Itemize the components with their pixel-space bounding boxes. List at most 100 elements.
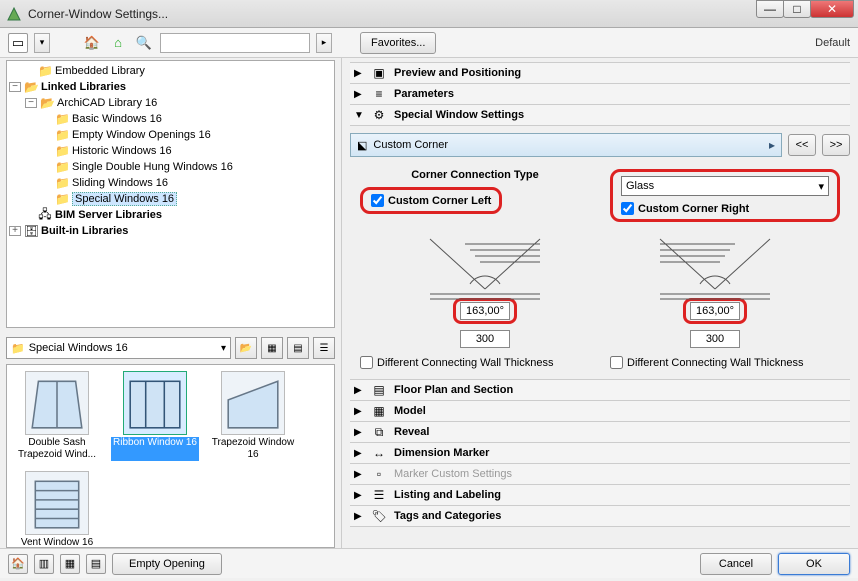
drive-icon: 🗄 bbox=[24, 224, 38, 238]
chevron-right-icon: ▶ bbox=[354, 490, 364, 501]
chevron-down-icon: ▼ bbox=[354, 110, 364, 121]
custom-corner-left-checkbox[interactable]: Custom Corner Left bbox=[371, 194, 491, 207]
app-icon bbox=[6, 6, 22, 22]
maximize-button[interactable]: □ bbox=[783, 0, 811, 18]
tree-item-selected[interactable]: Special Windows 16 bbox=[72, 192, 177, 206]
folder-icon: 📁 bbox=[11, 342, 25, 355]
section-floorplan[interactable]: ▶▤Floor Plan and Section bbox=[350, 379, 850, 401]
thumb-item[interactable]: Double Sash Trapezoid Wind... bbox=[13, 371, 101, 461]
search-input[interactable] bbox=[161, 34, 309, 52]
chevron-right-icon: ▶ bbox=[354, 68, 364, 79]
section-model[interactable]: ▶▦Model bbox=[350, 400, 850, 422]
highlight-left: Custom Corner Left bbox=[360, 187, 502, 214]
search-icon[interactable]: 🔍 bbox=[134, 33, 154, 53]
folder-icon: 📁 bbox=[55, 144, 69, 158]
settings-icon: ⚙ bbox=[370, 108, 388, 122]
folder-open-icon: 📂 bbox=[40, 96, 54, 110]
expand-icon[interactable]: + bbox=[9, 226, 21, 236]
thumb-label: Double Sash Trapezoid Wind... bbox=[13, 437, 101, 461]
footer-icon-4[interactable]: ▤ bbox=[86, 554, 106, 574]
folder-icon: 📁 bbox=[55, 192, 69, 206]
thumb-item-selected[interactable]: Ribbon Window 16 bbox=[111, 371, 199, 461]
collapse-icon[interactable]: − bbox=[25, 98, 37, 108]
section-tags[interactable]: ▶🏷Tags and Categories bbox=[350, 505, 850, 527]
thumb-item[interactable]: Vent Window 16 bbox=[13, 471, 101, 548]
cancel-button[interactable]: Cancel bbox=[700, 553, 772, 575]
tag-icon: 🏷 bbox=[370, 509, 388, 523]
footer-icon-2[interactable]: ▥ bbox=[34, 554, 54, 574]
reveal-icon: ⧉ bbox=[370, 425, 388, 440]
footer-icon-1[interactable]: 🏠 bbox=[8, 554, 28, 574]
footer-icon-3[interactable]: ▦ bbox=[60, 554, 80, 574]
layout-dropdown[interactable]: ▾ bbox=[34, 33, 50, 53]
width-left-input[interactable] bbox=[460, 330, 510, 348]
folder-select[interactable]: 📁 Special Windows 16 bbox=[6, 337, 231, 359]
section-dimension[interactable]: ▶↔Dimension Marker bbox=[350, 442, 850, 464]
next-button[interactable]: >> bbox=[822, 134, 850, 156]
tree-item[interactable]: Sliding Windows 16 bbox=[72, 177, 168, 189]
folder-icon: 📁 bbox=[55, 176, 69, 190]
thumb-label: Ribbon Window 16 bbox=[111, 437, 199, 461]
search-dropdown[interactable]: ▸ bbox=[316, 33, 332, 53]
tree-item[interactable]: Historic Windows 16 bbox=[72, 145, 172, 157]
tree-item[interactable]: Empty Window Openings 16 bbox=[72, 129, 211, 141]
thumb-item[interactable]: Trapezoid Window 16 bbox=[209, 371, 297, 461]
tree-item[interactable]: Single Double Hung Windows 16 bbox=[72, 161, 233, 173]
tree-item[interactable]: Built-in Libraries bbox=[41, 225, 128, 237]
titlebar: Corner-Window Settings... — □ ✕ bbox=[0, 0, 858, 28]
chevron-right-icon: ▶ bbox=[354, 469, 364, 480]
params-icon: ≡ bbox=[370, 87, 388, 101]
chevron-right-icon: ▶ bbox=[354, 89, 364, 100]
section-special[interactable]: ▼⚙Special Window Settings bbox=[350, 104, 850, 126]
section-listing[interactable]: ▶☰Listing and Labeling bbox=[350, 484, 850, 506]
window-controls: — □ ✕ bbox=[756, 0, 854, 18]
diagram-left bbox=[380, 234, 590, 348]
right-pane: ▶▣Preview and Positioning ▶≡Parameters ▼… bbox=[342, 58, 858, 548]
chevron-right-icon: ▶ bbox=[354, 385, 364, 396]
model-icon: ▦ bbox=[370, 404, 388, 418]
prev-button[interactable]: << bbox=[788, 134, 816, 156]
empty-opening-button[interactable]: Empty Opening bbox=[112, 553, 222, 575]
width-right-input[interactable] bbox=[690, 330, 740, 348]
angle-right-input[interactable] bbox=[690, 302, 740, 320]
window-title: Corner-Window Settings... bbox=[28, 7, 168, 21]
collapse-icon[interactable]: − bbox=[9, 82, 21, 92]
tree-item[interactable]: ArchiCAD Library 16 bbox=[57, 97, 157, 109]
layout-icon[interactable]: ▭ bbox=[8, 33, 28, 53]
favorites-button[interactable]: Favorites... bbox=[360, 32, 436, 54]
default-label[interactable]: Default bbox=[815, 37, 850, 49]
chevron-right-icon: ▶ bbox=[354, 448, 364, 459]
section-reveal[interactable]: ▶⧉Reveal bbox=[350, 421, 850, 443]
corner-icon: ⬕ bbox=[357, 139, 367, 152]
browser-toolbar: 📁 Special Windows 16 📂 ▦ ▤ ☰ bbox=[6, 334, 335, 362]
tree-item[interactable]: Basic Windows 16 bbox=[72, 113, 162, 125]
chevron-right-icon: ▶ bbox=[354, 427, 364, 438]
tree-item[interactable]: Linked Libraries bbox=[41, 81, 126, 93]
library-tree[interactable]: 📁Embedded Library −📂Linked Libraries −📂A… bbox=[6, 60, 335, 328]
view-list-icon[interactable]: ☰ bbox=[313, 337, 335, 359]
glass-select[interactable]: Glass bbox=[621, 176, 829, 196]
folder-icon: 📁 bbox=[38, 64, 52, 78]
tree-item[interactable]: Embedded Library bbox=[55, 65, 145, 77]
custom-corner-right-checkbox[interactable]: Custom Corner Right bbox=[621, 202, 829, 215]
folder-icon: 📁 bbox=[55, 160, 69, 174]
custom-corner-selector[interactable]: ⬕ Custom Corner bbox=[350, 133, 782, 157]
angle-left-input[interactable] bbox=[460, 302, 510, 320]
footer: 🏠 ▥ ▦ ▤ Empty Opening Cancel OK bbox=[0, 548, 858, 578]
ok-button[interactable]: OK bbox=[778, 553, 850, 575]
minimize-button[interactable]: — bbox=[756, 0, 784, 18]
section-marker-custom: ▶▫Marker Custom Settings bbox=[350, 463, 850, 485]
up-folder-button[interactable]: 📂 bbox=[235, 337, 257, 359]
view-small-icon[interactable]: ▤ bbox=[287, 337, 309, 359]
home-icon[interactable]: ⌂ bbox=[108, 33, 128, 53]
diff-thickness-right[interactable]: Different Connecting Wall Thickness bbox=[610, 356, 840, 369]
tree-item[interactable]: BIM Server Libraries bbox=[55, 209, 162, 221]
houses-icon[interactable]: 🏠 bbox=[82, 33, 102, 53]
section-parameters[interactable]: ▶≡Parameters bbox=[350, 83, 850, 105]
list-icon: ☰ bbox=[370, 488, 388, 502]
plan-icon: ▤ bbox=[370, 383, 388, 397]
diff-thickness-left[interactable]: Different Connecting Wall Thickness bbox=[360, 356, 590, 369]
close-button[interactable]: ✕ bbox=[810, 0, 854, 18]
section-preview[interactable]: ▶▣Preview and Positioning bbox=[350, 62, 850, 84]
view-large-icon[interactable]: ▦ bbox=[261, 337, 283, 359]
